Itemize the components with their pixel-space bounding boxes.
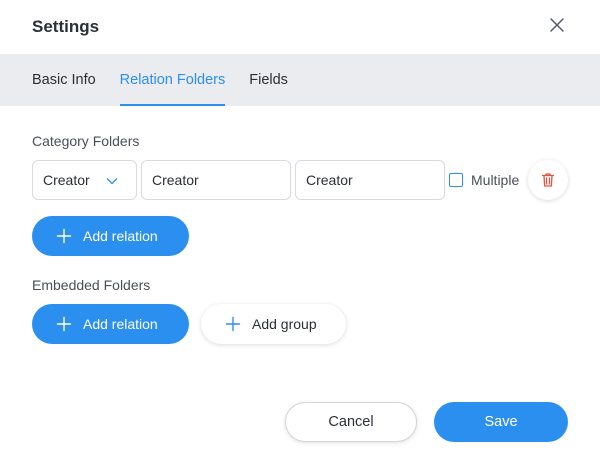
multiple-label: Multiple (471, 172, 520, 188)
button-label: Add relation (83, 228, 158, 244)
plus-icon (56, 228, 72, 244)
button-label: Add group (252, 316, 317, 332)
delete-relation-button[interactable] (528, 160, 568, 200)
select-value: Creator (43, 172, 90, 188)
tab-label: Relation Folders (119, 72, 226, 88)
tab-relation-folders[interactable]: Relation Folders (119, 54, 226, 106)
add-category-relation-button[interactable]: Add relation (32, 216, 189, 256)
category-folder-select[interactable]: Creator (32, 160, 137, 200)
multiple-checkbox-group[interactable]: Multiple (449, 172, 519, 188)
plus-icon (225, 316, 241, 332)
embedded-folders-label: Embedded Folders (32, 277, 151, 293)
tab-fields[interactable]: Fields (249, 54, 288, 106)
category-folders-label: Category Folders (32, 133, 140, 149)
add-embedded-relation-button[interactable]: Add relation (32, 304, 189, 344)
tab-label: Basic Info (32, 72, 96, 88)
multiple-checkbox[interactable] (449, 173, 463, 187)
chevron-down-icon (106, 178, 118, 185)
dialog-title: Settings (32, 17, 100, 36)
tab-basic-info[interactable]: Basic Info (32, 54, 96, 106)
button-label: Add relation (83, 316, 158, 332)
category-folder-input-2[interactable]: Creator (295, 160, 445, 200)
button-label: Save (484, 414, 518, 430)
dialog-header: Settings (0, 0, 600, 54)
add-group-button[interactable]: Add group (201, 304, 346, 344)
close-button[interactable] (548, 16, 566, 34)
trash-icon (541, 173, 555, 187)
input-value: Creator (306, 172, 353, 188)
tab-bar: Basic Info Relation Folders Fields (0, 54, 600, 106)
plus-icon (56, 316, 72, 332)
close-icon (550, 18, 564, 32)
button-label: Cancel (328, 414, 374, 430)
input-value: Creator (152, 172, 199, 188)
cancel-button[interactable]: Cancel (285, 402, 417, 442)
category-folder-input-1[interactable]: Creator (141, 160, 291, 200)
tab-label: Fields (249, 72, 288, 88)
settings-dialog: Settings Basic Info Relation Folders Fie… (0, 0, 600, 458)
save-button[interactable]: Save (434, 402, 568, 442)
